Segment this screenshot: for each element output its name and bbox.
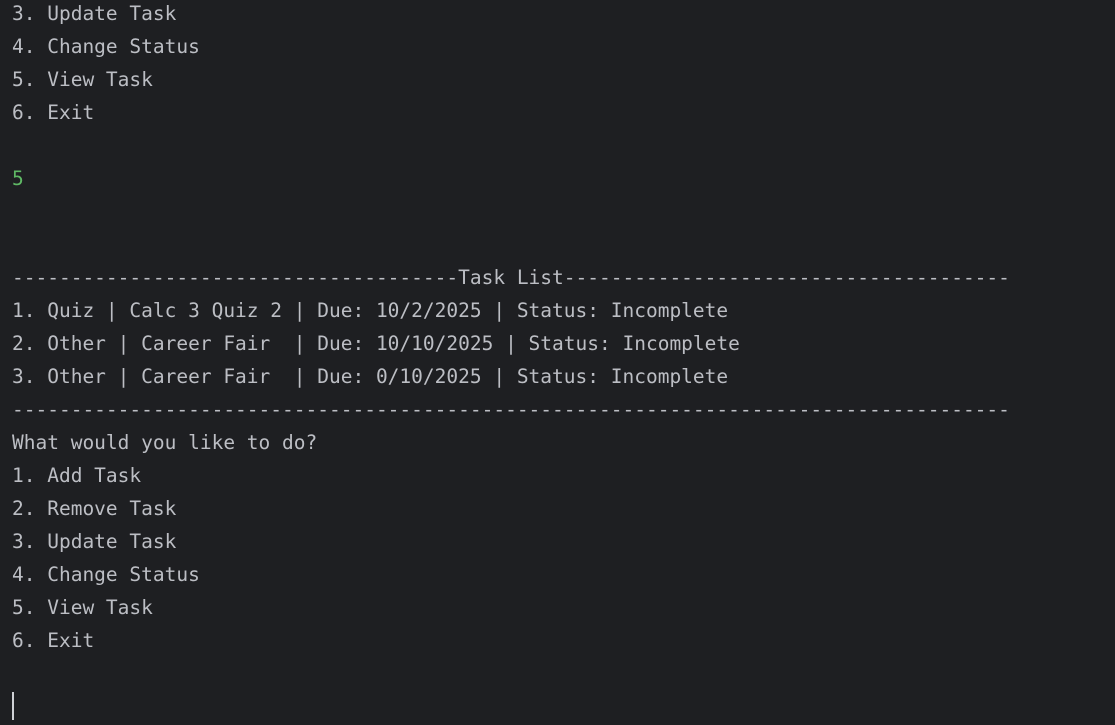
menu-item-view-task: 5. View Task bbox=[12, 68, 153, 91]
text-cursor[interactable] bbox=[12, 692, 14, 720]
menu-prompt: What would you like to do? bbox=[12, 431, 318, 454]
menu-item-exit: 6. Exit bbox=[12, 101, 95, 124]
menu-item-view-task: 5. View Task bbox=[12, 596, 153, 619]
task-row: 3. Other | Career Fair | Due: 0/10/2025 … bbox=[12, 365, 729, 388]
menu-item-remove-task: 2. Remove Task bbox=[12, 497, 177, 520]
task-list-header: --------------------------------------Ta… bbox=[12, 266, 1010, 289]
menu-item-add-task: 1. Add Task bbox=[12, 464, 142, 487]
menu-item-exit: 6. Exit bbox=[12, 629, 95, 652]
menu-item-change-status: 4. Change Status bbox=[12, 563, 200, 586]
task-row: 2. Other | Career Fair | Due: 10/10/2025… bbox=[12, 332, 740, 355]
user-input-echo: 5 bbox=[12, 167, 24, 190]
task-list-footer: ----------------------------------------… bbox=[12, 398, 1010, 421]
menu-item-update-task: 3. Update Task bbox=[12, 2, 177, 25]
terminal-output[interactable]: 3. Update Task 4. Change Status 5. View … bbox=[0, 0, 1115, 725]
task-row: 1. Quiz | Calc 3 Quiz 2 | Due: 10/2/2025… bbox=[12, 299, 729, 322]
menu-item-update-task: 3. Update Task bbox=[12, 530, 177, 553]
menu-item-change-status: 4. Change Status bbox=[12, 35, 200, 58]
